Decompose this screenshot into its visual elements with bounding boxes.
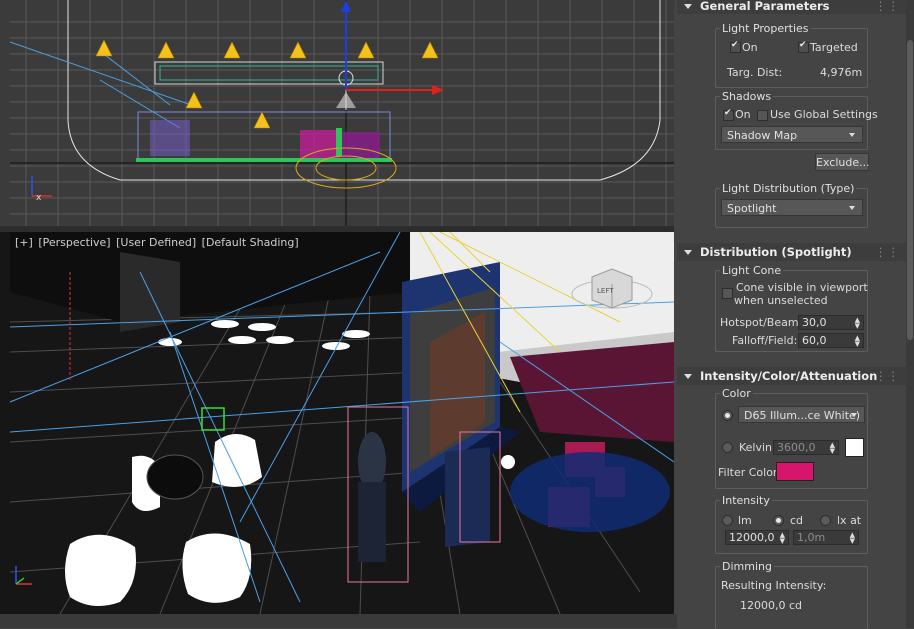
panel-scrollbar[interactable] [906, 0, 914, 628]
intensity-title: Intensity [720, 494, 772, 507]
cone-visible-label: Cone visible in viewport [736, 281, 868, 294]
lx-distance-spinner[interactable]: 1,0m ▲ ▼ [793, 530, 859, 545]
chevron-down-icon [849, 206, 855, 210]
light-on-label: On [742, 41, 758, 54]
color-preset-radio[interactable] [722, 410, 733, 421]
falloff-label: Falloff/Field: [732, 334, 798, 347]
kelvin-label: Kelvin: [739, 441, 776, 454]
target-distance-value: 4,976m [820, 66, 863, 79]
viewport-user-defined-menu[interactable]: [User Defined] [115, 236, 197, 249]
spinner-arrows-icon[interactable]: ▲ ▼ [830, 442, 835, 455]
light-properties-group: Light Properties [715, 22, 868, 88]
kelvin-value: 3600,0 [777, 441, 816, 454]
unit-lx-radio[interactable] [820, 515, 831, 526]
light-on-checkbox[interactable] [730, 40, 741, 53]
filter-color-label: Filter Color: [718, 466, 781, 479]
exclude-button[interactable]: Exclude... [815, 153, 870, 171]
drag-handle-icon[interactable]: ⋮⋮ [875, 367, 900, 385]
shadows-on-label: On [735, 108, 751, 121]
top-viewport-scene: x [9, 0, 674, 226]
axis-x-label: x [36, 193, 42, 203]
light-distribution-dropdown[interactable]: Spotlight [721, 199, 863, 216]
kelvin-color-swatch[interactable] [845, 438, 864, 457]
viewport-shading-menu[interactable]: [Default Shading] [201, 236, 300, 249]
dimming-group: Dimming [715, 560, 868, 629]
light-cone-title: Light Cone [720, 264, 784, 277]
intensity-value: 12000,0 [729, 531, 775, 544]
use-global-settings-checkbox[interactable] [757, 110, 768, 121]
intensity-group: Intensity [715, 494, 868, 554]
intensity-color-attenuation-rollout-header[interactable]: Intensity/Color/Attenuation ⋮⋮ [677, 367, 906, 385]
color-preset-dropdown[interactable]: D65 Illum...ce White) [738, 406, 865, 423]
hotspot-label: Hotspot/Beam: [720, 316, 803, 329]
shadow-type-value: Shadow Map [727, 129, 798, 142]
unit-lm-label: lm [738, 514, 752, 527]
light-distribution-value: Spotlight [727, 202, 777, 215]
viewcube-face-label: LEFT [597, 287, 614, 295]
color-title: Color [720, 387, 753, 400]
viewport-pov-menu[interactable]: [Perspective] [37, 236, 111, 249]
shadows-title: Shadows [720, 90, 774, 103]
perspective-viewport-label[interactable]: [+] [Perspective] [User Defined] [Defaul… [14, 236, 300, 249]
targeted-checkbox[interactable] [798, 40, 809, 53]
target-distance-label: Targ. Dist: [727, 66, 783, 79]
kelvin-spinner[interactable]: 3600,0 ▲ ▼ [773, 440, 839, 455]
rollout-title: Intensity/Color/Attenuation [700, 369, 878, 383]
spinner-arrows-icon[interactable]: ▲ ▼ [855, 335, 860, 348]
spinner-arrows-icon[interactable]: ▲ ▼ [855, 317, 860, 330]
falloff-value: 60,0 [802, 334, 827, 347]
spinner-arrows-icon[interactable]: ▲ ▼ [780, 532, 785, 545]
top-viewport[interactable]: x [0, 0, 674, 226]
dimming-title: Dimming [720, 560, 774, 573]
use-global-settings-label: Use Global Settings [770, 108, 878, 121]
spinner-arrows-icon[interactable]: ▲ ▼ [850, 532, 855, 545]
color-preset-value: D65 Illum...ce White) [744, 409, 861, 422]
chevron-down-icon [849, 133, 855, 137]
collapse-triangle-icon [684, 3, 692, 9]
lx-distance-value: 1,0m [797, 531, 826, 544]
unit-lm-radio[interactable] [722, 515, 733, 526]
shadows-on-checkbox[interactable] [723, 108, 734, 121]
collapse-triangle-icon [684, 373, 692, 379]
unit-cd-radio[interactable] [773, 515, 784, 526]
general-parameters-rollout-header[interactable]: General Parameters ⋮⋮ [677, 0, 906, 14]
drag-handle-icon[interactable]: ⋮⋮ [875, 243, 900, 261]
distribution-spotlight-rollout-header[interactable]: Distribution (Spotlight) ⋮⋮ [677, 243, 906, 261]
rollout-title: Distribution (Spotlight) [700, 245, 852, 259]
hotspot-spinner[interactable]: 30,0 ▲ ▼ [798, 315, 864, 330]
drag-handle-icon[interactable]: ⋮⋮ [875, 0, 900, 12]
chevron-down-icon [851, 413, 857, 417]
unit-lx-label: lx at [837, 514, 862, 527]
filter-color-swatch[interactable] [776, 462, 814, 481]
falloff-spinner[interactable]: 60,0 ▲ ▼ [798, 333, 864, 348]
cone-visible-label-line2: when unselected [734, 294, 828, 307]
command-panel: General Parameters ⋮⋮ Light Properties O… [677, 0, 914, 629]
collapse-triangle-icon [684, 249, 692, 255]
resulting-intensity-value: 12000,0 cd [740, 599, 803, 612]
shadow-type-dropdown[interactable]: Shadow Map [721, 126, 863, 143]
perspective-scene: LEFT [9, 232, 674, 614]
panel-scrollbar-thumb[interactable] [907, 40, 913, 340]
light-properties-title: Light Properties [720, 22, 811, 35]
viewport-plus-menu[interactable]: [+] [14, 236, 34, 249]
perspective-viewport[interactable]: LEFT [0, 232, 674, 614]
hotspot-value: 30,0 [802, 316, 827, 329]
cone-visible-checkbox[interactable] [722, 288, 733, 299]
unit-cd-label: cd [790, 514, 804, 527]
rollout-title: General Parameters [700, 0, 830, 13]
kelvin-radio[interactable] [722, 442, 733, 453]
resulting-intensity-label: Resulting Intensity: [721, 579, 827, 592]
intensity-spinner[interactable]: 12000,0 ▲ ▼ [725, 530, 789, 545]
top-grid [10, 0, 674, 226]
light-distribution-title: Light Distribution (Type) [720, 182, 857, 195]
targeted-label: Targeted [810, 41, 858, 54]
